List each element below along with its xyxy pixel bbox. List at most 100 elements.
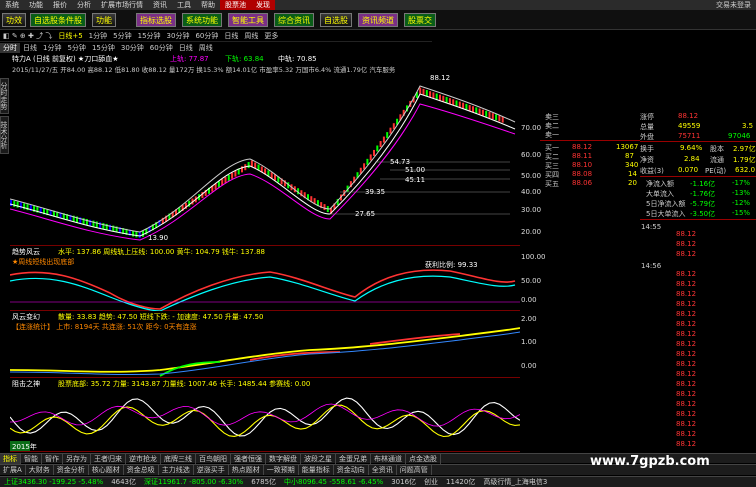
tab-30min[interactable]: 30分钟 xyxy=(118,43,147,53)
trade-login-status[interactable]: 交易未登录 xyxy=(711,0,756,10)
fund-turnover-value: 9.64% xyxy=(680,144,703,152)
tab-daily2[interactable]: 日线 xyxy=(176,43,196,53)
period-15min[interactable]: 15分钟 xyxy=(135,31,164,41)
tick-row: 88.12 xyxy=(676,330,697,338)
tab-weekly[interactable]: 周线 xyxy=(196,43,216,53)
flow-3-value: -3.50亿 xyxy=(690,210,716,218)
toolbar-btn-1[interactable]: 功效 xyxy=(2,13,26,27)
kline-bar xyxy=(442,95,445,102)
ind-tab-7[interactable]: 百鸟朝阳 xyxy=(196,453,231,464)
kline-chart[interactable]: 特力A (日线 前复权) ★刀口舔血★ 上轨: 77.87 下轨: 63.84 … xyxy=(10,54,520,246)
toolbar-btn-system[interactable]: 系统功能 xyxy=(182,13,222,27)
toolbar-btn-indicator-select[interactable]: 指标选股 xyxy=(136,13,176,27)
sidebar-tab-technical[interactable]: 技术分析 xyxy=(0,116,9,154)
kline-bar xyxy=(488,111,491,118)
sidebar-tab-intraday[interactable]: 分时走势 xyxy=(0,78,9,114)
menu-quote[interactable]: 报价 xyxy=(48,0,72,10)
toolbar-btn-channel[interactable]: 资讯频道 xyxy=(358,13,398,27)
menu-stock-pool[interactable]: 股票池 xyxy=(220,0,251,10)
kline-bar xyxy=(369,154,372,161)
data-tab-3[interactable]: 核心题材 xyxy=(89,465,124,475)
period-more[interactable]: 更多 xyxy=(261,31,281,41)
ind-tab-4[interactable]: 王者归来 xyxy=(91,453,126,464)
ind-tab-10[interactable]: 波段之星 xyxy=(301,453,336,464)
period-daily5[interactable]: 日线+5 xyxy=(55,31,85,41)
ind-tab-9[interactable]: 数字解盘 xyxy=(266,453,301,464)
period-weekly[interactable]: 周线 xyxy=(241,31,261,41)
limit-up-value: 88.12 xyxy=(678,112,699,120)
menu-tools[interactable]: 工具 xyxy=(172,0,196,10)
data-tab-2[interactable]: 资金分析 xyxy=(54,465,89,475)
kline-bar xyxy=(234,170,237,177)
data-tab-5[interactable]: 主力线选 xyxy=(159,465,194,475)
toolbar-btn-smart[interactable]: 智能工具 xyxy=(228,13,268,27)
data-tab-6[interactable]: 逆涨买手 xyxy=(194,465,229,475)
data-tab-4[interactable]: 资金总吸 xyxy=(124,465,159,475)
tab-intraday[interactable]: 分时 xyxy=(0,42,20,53)
indicator-panel-1[interactable]: 趋势风云 水平: 137.86 周线轨上压线: 100.00 黄牛: 104.7… xyxy=(10,247,520,311)
toolbar-btn-trade[interactable]: 股票交 xyxy=(404,13,436,27)
kline-bar xyxy=(247,162,250,169)
data-tab-1[interactable]: 大财务 xyxy=(26,465,54,475)
amount-value: 49559 xyxy=(678,122,701,130)
tab-15min[interactable]: 15分钟 xyxy=(89,43,118,53)
ind-tab-6[interactable]: 底牌三线 xyxy=(161,453,196,464)
menu-help[interactable]: 帮助 xyxy=(196,0,220,10)
tab-daily[interactable]: 日线 xyxy=(20,43,40,53)
toolbar-btn-news[interactable]: 综合资讯 xyxy=(274,13,314,27)
toolbar-btn-3[interactable]: 功能 xyxy=(92,13,116,27)
fund-capital-label: 股本 xyxy=(710,145,724,153)
status-extra: 创业 xyxy=(424,478,439,486)
period-daily[interactable]: 日线 xyxy=(221,31,241,41)
toolbar-btn-self[interactable]: 自选股 xyxy=(320,13,352,27)
ind-tab-2[interactable]: 智作 xyxy=(42,453,63,464)
book-buy3-vol: 340 xyxy=(625,161,639,169)
period-30min[interactable]: 30分钟 xyxy=(164,31,193,41)
data-tab-0[interactable]: 扩展A xyxy=(0,465,26,475)
kline-bar xyxy=(481,109,484,116)
data-tab-11[interactable]: 全资讯 xyxy=(369,465,397,475)
ind-tab-3[interactable]: 另存为 xyxy=(63,453,91,464)
kline-bar xyxy=(425,90,428,97)
menu-bar: 系统 功能 报价 分析 扩展市场行情 资讯 工具 帮助 股票池 发现 交易未登录 xyxy=(0,0,756,10)
ind-tab-8[interactable]: 强者恒强 xyxy=(231,453,266,464)
toolbar: 功效 自选股条件股 功能 指标选股 系统功能 智能工具 综合资讯 自选股 资讯频… xyxy=(0,10,756,30)
toolbar-btn-watchlist[interactable]: 自选股条件股 xyxy=(30,13,86,27)
indicator-panel-3[interactable]: 阻击之神 股票底部: 35.72 力量: 3143.87 力量线: 1007.4… xyxy=(10,379,520,452)
tick-row: 88.12 xyxy=(676,420,697,428)
book-buy4-vol: 14 xyxy=(628,170,637,178)
kline-bar xyxy=(13,200,16,207)
tab-5min[interactable]: 5分钟 xyxy=(64,43,88,53)
menu-analysis[interactable]: 分析 xyxy=(72,0,96,10)
book-buy1-vol: 13067 xyxy=(616,143,639,151)
menu-extended-market[interactable]: 扩展市场行情 xyxy=(96,0,148,10)
tick-row: 88.12 xyxy=(676,430,697,438)
data-tab-8[interactable]: 一致预期 xyxy=(264,465,299,475)
indicator-panel-2[interactable]: 风云变幻 散量: 33.83 趋势: 47.50 短线下跌: - 加速度: 47… xyxy=(10,312,520,378)
data-tab-9[interactable]: 能量指标 xyxy=(299,465,334,475)
low-annotation: 13.90 xyxy=(148,234,169,242)
menu-info[interactable]: 资讯 xyxy=(148,0,172,10)
period-5min[interactable]: 5分钟 xyxy=(110,31,134,41)
period-60min[interactable]: 60分钟 xyxy=(192,31,221,41)
ind-tab-5[interactable]: 逆市抢龙 xyxy=(126,453,161,464)
ind-tab-13[interactable]: 点金选股 xyxy=(406,453,441,464)
data-tab-7[interactable]: 热点题材 xyxy=(229,465,264,475)
period-1min[interactable]: 1分钟 xyxy=(86,31,110,41)
menu-function[interactable]: 功能 xyxy=(24,0,48,10)
tick-row: 88.12 xyxy=(676,390,697,398)
tab-1min[interactable]: 1分钟 xyxy=(40,43,64,53)
price-axis-70: 70.00 xyxy=(521,124,542,132)
data-tab-12[interactable]: 问题高管 xyxy=(397,465,432,475)
ind-tab-11[interactable]: 金蛋兄弟 xyxy=(336,453,371,464)
tab-60min[interactable]: 60分钟 xyxy=(147,43,176,53)
ind-tab-1[interactable]: 智能 xyxy=(21,453,42,464)
kline-bar xyxy=(386,132,389,139)
tick-row: 88.12 xyxy=(676,380,697,388)
menu-discover[interactable]: 发现 xyxy=(251,0,275,10)
ind-tab-12[interactable]: 布林通道 xyxy=(371,453,406,464)
price-axis-20: 20.00 xyxy=(521,228,542,236)
ind-tab-0[interactable]: 指标 xyxy=(0,453,21,464)
menu-system[interactable]: 系统 xyxy=(0,0,24,10)
data-tab-10[interactable]: 资金动向 xyxy=(334,465,369,475)
